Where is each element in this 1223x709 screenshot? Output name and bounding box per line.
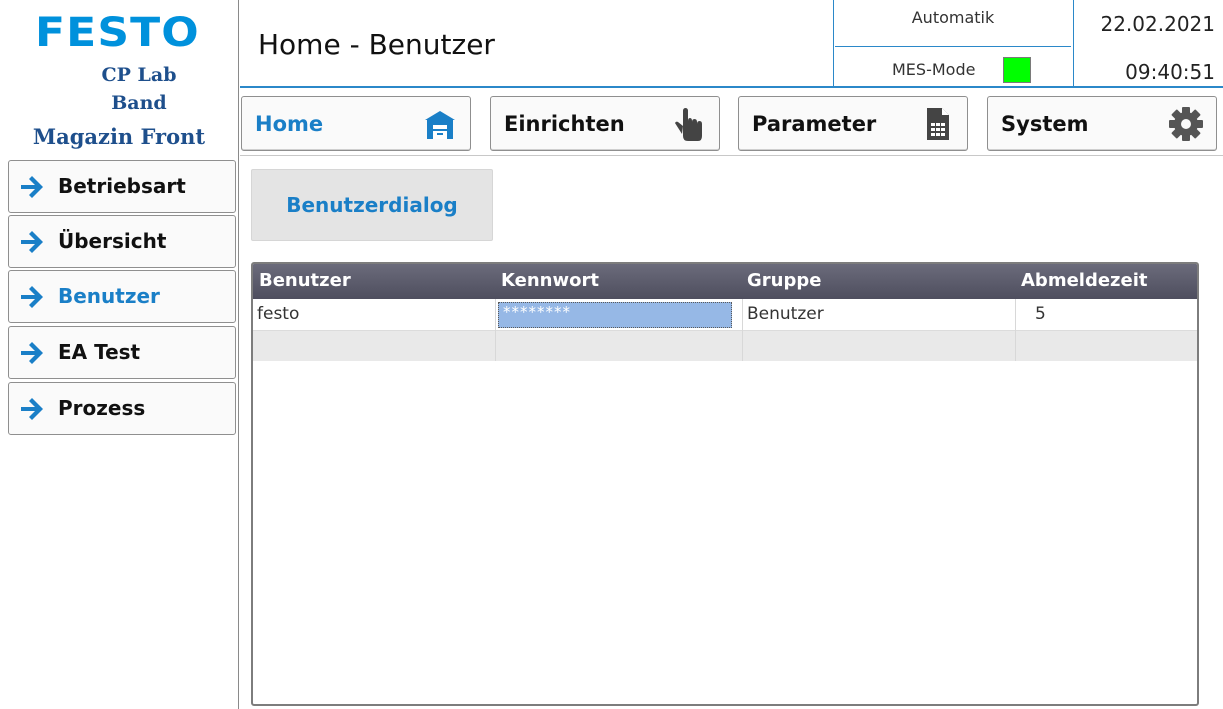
station-name: CP Lab <box>101 64 177 86</box>
station-module: Magazin Front <box>32 124 206 149</box>
row-divider <box>253 330 1197 331</box>
sidebar-item-label: Betriebsart <box>58 174 186 198</box>
operating-mode: Automatik <box>911 8 995 27</box>
hand-pointer-icon <box>675 108 702 141</box>
status-divider <box>835 46 1071 47</box>
arrow-right-icon <box>21 398 43 420</box>
sidebar-item-ea-test[interactable]: EA Test <box>8 326 236 379</box>
cell-logout-time[interactable]: 5 <box>1035 304 1046 324</box>
column-header-abmeldezeit[interactable]: Abmeldezeit <box>1021 270 1148 291</box>
station-sub: Band <box>111 92 167 114</box>
table-row[interactable] <box>253 330 1197 361</box>
sidebar-item-benutzer[interactable]: Benutzer <box>8 270 236 323</box>
user-dialog-button[interactable]: Benutzerdialog <box>251 169 493 241</box>
column-divider <box>495 299 496 361</box>
house-icon <box>425 111 455 139</box>
nav-home-label: Home <box>255 112 324 136</box>
column-header-benutzer[interactable]: Benutzer <box>259 270 351 291</box>
festo-logo: FESTO <box>35 10 200 56</box>
mes-mode-label: MES-Mode <box>892 60 976 79</box>
user-dialog-label: Benutzerdialog <box>286 193 458 217</box>
cell-user[interactable]: festo <box>257 304 299 324</box>
header-divider <box>240 86 1223 88</box>
header-separator <box>1073 0 1074 88</box>
nav-parameter-label: Parameter <box>752 112 877 136</box>
password-mask: ******** <box>503 303 571 321</box>
nav-parameter-button[interactable]: Parameter <box>738 96 968 151</box>
header-separator <box>833 0 834 88</box>
arrow-right-icon <box>21 286 43 308</box>
arrow-right-icon <box>21 231 43 253</box>
user-table: Benutzer Kennwort Gruppe Abmeldezeit fes… <box>251 262 1199 706</box>
gear-icon <box>1169 107 1203 141</box>
sidebar-item-label: Übersicht <box>58 229 167 253</box>
sidebar-item-label: EA Test <box>58 340 141 364</box>
sidebar-item-uebersicht[interactable]: Übersicht <box>8 215 236 268</box>
sidebar-item-prozess[interactable]: Prozess <box>8 382 236 435</box>
station-info: FESTO CP Lab Band Magazin Front <box>0 0 238 157</box>
nav-home-button[interactable]: Home <box>241 96 471 151</box>
vertical-divider <box>238 0 239 709</box>
arrow-right-icon <box>21 342 43 364</box>
document-table-icon <box>927 108 949 140</box>
nav-system-label: System <box>1001 112 1089 136</box>
nav-setup-label: Einrichten <box>504 112 625 136</box>
cell-group[interactable]: Benutzer <box>747 304 824 324</box>
nav-setup-button[interactable]: Einrichten <box>490 96 720 151</box>
sidebar-item-label: Prozess <box>58 396 146 420</box>
sidebar-item-label: Benutzer <box>58 284 160 308</box>
mes-status-indicator <box>1003 57 1031 83</box>
column-header-gruppe[interactable]: Gruppe <box>747 270 821 291</box>
password-cell[interactable]: ******** <box>498 302 732 328</box>
date-display: 22.02.2021 <box>1100 12 1215 36</box>
nav-system-button[interactable]: System <box>987 96 1217 151</box>
column-divider <box>1015 299 1016 361</box>
sidebar-item-betriebsart[interactable]: Betriebsart <box>8 160 236 213</box>
page-title: Home - Benutzer <box>258 28 495 61</box>
column-header-kennwort[interactable]: Kennwort <box>501 270 599 291</box>
column-divider <box>742 299 743 361</box>
table-header: Benutzer Kennwort Gruppe Abmeldezeit <box>253 264 1197 299</box>
time-display: 09:40:51 <box>1125 60 1215 84</box>
nav-divider <box>240 155 1223 156</box>
arrow-right-icon <box>21 176 43 198</box>
